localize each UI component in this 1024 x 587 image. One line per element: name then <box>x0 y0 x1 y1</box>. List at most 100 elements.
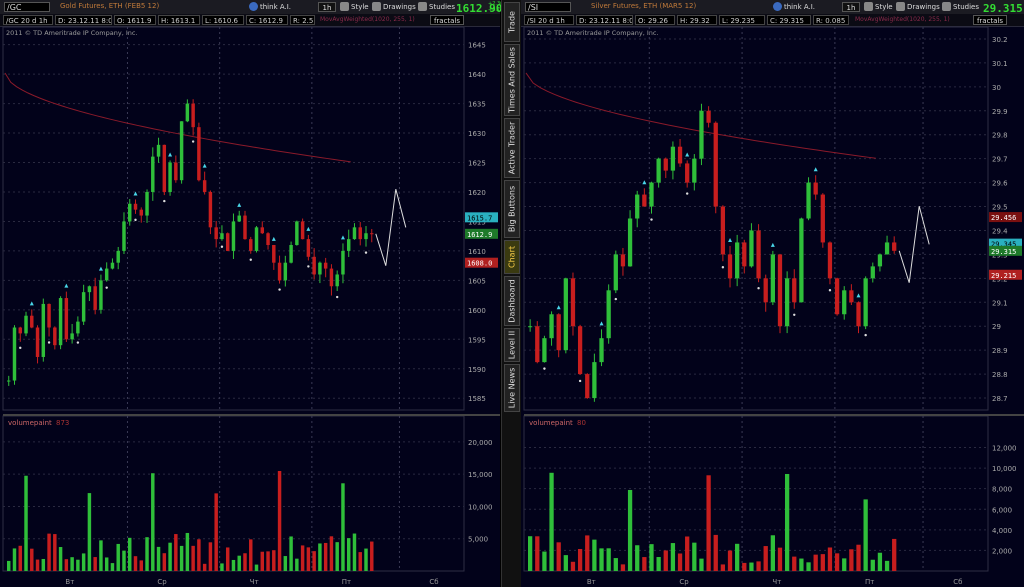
candle-body <box>70 333 74 340</box>
fractal-low-dot <box>163 199 166 203</box>
volume-bar <box>677 553 683 571</box>
volume-bar <box>542 551 547 571</box>
price-tag-label: 1615.7 <box>467 214 492 222</box>
fractal-low-dot <box>828 289 832 292</box>
tab-label: Live News <box>507 367 517 409</box>
tab-times-and-sales[interactable]: Times And Sales <box>504 44 520 116</box>
candle-body <box>570 278 576 327</box>
candle-body <box>47 303 51 328</box>
volume-bar <box>323 542 328 571</box>
volume-bar <box>563 555 568 571</box>
price-plot-frame <box>523 26 989 411</box>
y-tick-label: 1645 <box>468 42 486 50</box>
tab-active-trader[interactable]: Active Trader <box>504 118 520 178</box>
tab-label: Dashboard <box>507 279 517 323</box>
tab-label: Chart <box>507 246 517 268</box>
fractal-high-arrow <box>98 266 103 271</box>
candle-body <box>87 286 92 293</box>
volume-tick-label: 5,000 <box>468 536 488 544</box>
candle-body <box>35 327 40 357</box>
candle-body <box>18 327 22 334</box>
y-tick-label: 30 <box>992 84 1001 92</box>
tab-dashboard[interactable]: Dashboard <box>504 276 520 326</box>
candle-body <box>133 203 138 210</box>
candle-body <box>260 227 265 234</box>
y-tick-label: 29.6 <box>992 180 1008 188</box>
x-tick-label: Пт <box>342 578 351 586</box>
candle-body <box>799 218 804 303</box>
fractal-low-dot <box>685 192 689 195</box>
fractal-low-dot <box>220 245 224 248</box>
projection-zigzag <box>375 189 407 266</box>
fractal-high-arrow <box>29 301 34 306</box>
volume-tick-label: 8,000 <box>992 486 1012 494</box>
volume-tick-label: 10,000 <box>468 503 493 511</box>
volume-tick-label: 15,000 <box>468 471 493 479</box>
candle-body <box>346 239 351 251</box>
volume-bar <box>266 551 270 571</box>
candle-body <box>254 227 259 251</box>
candle-body <box>323 262 328 269</box>
candle-body <box>364 233 368 240</box>
candle-body <box>863 278 868 327</box>
volume-bar <box>599 548 604 571</box>
candle-body <box>870 266 875 279</box>
volume-bar <box>792 556 797 571</box>
candle-body <box>64 298 69 340</box>
candle-body <box>742 242 747 267</box>
volume-bar <box>151 473 155 571</box>
candle-body <box>670 146 676 171</box>
candle-body <box>231 221 236 251</box>
candle-body <box>110 262 115 269</box>
x-tick-label: Ср <box>679 578 689 586</box>
y-tick-label: 29.4 <box>992 227 1008 235</box>
volume-bar <box>806 562 811 571</box>
fractal-low-dot <box>47 341 51 344</box>
fractal-low-dot <box>191 140 195 143</box>
volume-bar <box>179 545 184 571</box>
tab-chart[interactable]: Chart <box>504 240 520 274</box>
volume-bar <box>585 535 590 571</box>
volume-bar <box>877 552 883 571</box>
tab-trade[interactable]: Trade <box>504 2 520 42</box>
y-tick-label: 28.9 <box>992 347 1008 355</box>
y-tick-label: 1625 <box>468 160 486 168</box>
fractal-high-arrow <box>340 235 345 240</box>
candle-body <box>813 182 818 195</box>
projection-zigzag <box>898 206 930 283</box>
x-tick-label: Ср <box>157 578 167 586</box>
volume-bar <box>799 558 804 571</box>
candle-body <box>370 233 374 235</box>
candle-body <box>220 233 224 240</box>
gold-price-chart[interactable]: 1645164016351630162516201615161016051600… <box>0 0 500 587</box>
volume-bar <box>139 560 143 571</box>
x-tick-label: Чт <box>250 578 259 586</box>
volume-bar <box>592 539 597 571</box>
x-tick-label: Сб <box>429 578 438 586</box>
volume-bar <box>346 538 351 571</box>
volume-bar <box>41 558 46 571</box>
volume-bar <box>254 564 259 571</box>
tab-live-news[interactable]: Live News <box>504 364 520 412</box>
volume-bar <box>12 548 17 571</box>
fractal-low-dot <box>578 379 582 383</box>
fractal-low-dot <box>757 287 760 290</box>
volume-bar <box>763 546 768 571</box>
candle-body <box>174 162 178 181</box>
candle-body <box>249 239 253 251</box>
volume-bar <box>656 557 661 571</box>
candle-body <box>93 286 97 310</box>
silver-price-chart[interactable]: 30.230.13029.929.829.729.629.529.429.329… <box>521 0 1024 587</box>
candle-body <box>663 158 668 171</box>
volume-bar <box>692 542 697 571</box>
candle-body <box>849 290 854 303</box>
volume-bar <box>849 549 854 571</box>
tab-level-ii[interactable]: Level II <box>504 328 520 362</box>
volume-bar <box>670 543 676 571</box>
y-tick-label: 1590 <box>468 366 486 374</box>
tab-big-buttons[interactable]: Big Buttons <box>504 180 520 238</box>
fractal-low-dot <box>134 218 137 222</box>
candle-body <box>877 254 883 267</box>
candle-body <box>7 380 11 382</box>
volume-bar <box>699 558 704 571</box>
